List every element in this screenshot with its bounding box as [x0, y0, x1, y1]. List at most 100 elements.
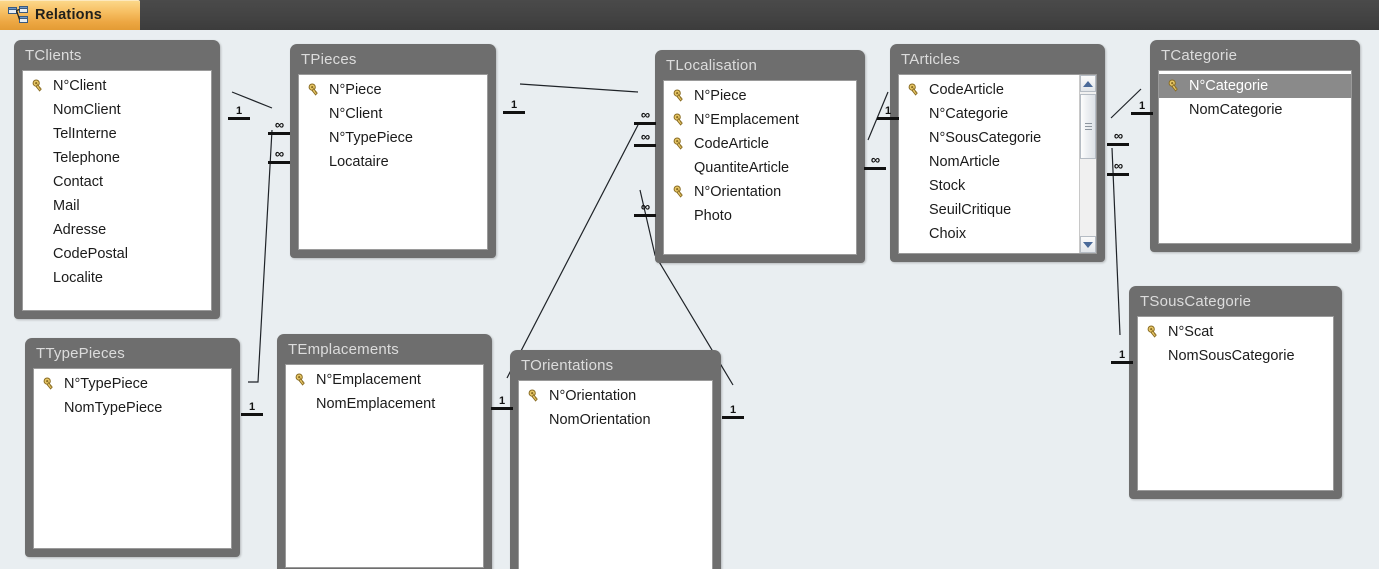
- field-row[interactable]: NomArticle: [899, 150, 1096, 174]
- field-label: Localite: [53, 270, 103, 286]
- field-row[interactable]: TelInterne: [23, 122, 211, 146]
- field-label: Adresse: [53, 222, 107, 238]
- cardinality-label: ∞: [870, 152, 880, 167]
- cardinality-label: 1: [884, 105, 892, 117]
- field-label: NomCategorie: [1189, 102, 1283, 118]
- relationship-line[interactable]: [519, 83, 639, 93]
- cardinality-one-marker: 1: [503, 100, 525, 114]
- field-list: N°Categorie NomCategorie: [1159, 71, 1351, 122]
- field-row[interactable]: N°Piece: [299, 78, 487, 102]
- cardinality-label: 1: [248, 401, 256, 413]
- field-row[interactable]: N°Categorie: [1159, 74, 1351, 98]
- field-row[interactable]: CodeArticle: [899, 78, 1096, 102]
- field-row[interactable]: Localite: [23, 266, 211, 290]
- field-row[interactable]: N°Scat: [1138, 320, 1333, 344]
- primary-key-icon: [673, 113, 686, 127]
- cardinality-one-marker: 1: [491, 396, 513, 410]
- table-title[interactable]: TClients: [14, 40, 220, 70]
- field-row[interactable]: QuantiteArticle: [664, 156, 856, 180]
- cardinality-label: 1: [1118, 349, 1126, 361]
- field-row[interactable]: Locataire: [299, 150, 487, 174]
- relations-canvas[interactable]: TClients N°Client NomClient TelInterne Telep…: [0, 30, 1379, 569]
- join-endpoint-bar: [877, 117, 899, 120]
- field-row[interactable]: N°Orientation: [519, 384, 712, 408]
- table-window-tarticles[interactable]: TArticles CodeArticle N°Categorie N°SousCat…: [890, 44, 1105, 262]
- field-row[interactable]: NomEmplacement: [286, 392, 483, 416]
- field-row[interactable]: N°Piece: [664, 84, 856, 108]
- table-window-tcategorie[interactable]: TCategorie N°Categorie NomCategorie: [1150, 40, 1360, 252]
- field-row[interactable]: N°Emplacement: [664, 108, 856, 132]
- join-endpoint-bar: [268, 132, 290, 135]
- field-row[interactable]: Stock: [899, 174, 1096, 198]
- cardinality-label: ∞: [274, 117, 284, 132]
- field-row[interactable]: NomClient: [23, 98, 211, 122]
- scroll-down-button[interactable]: [1080, 236, 1096, 253]
- table-window-tpieces[interactable]: TPieces N°Piece N°Client N°TypePiece Locatai…: [290, 44, 496, 258]
- field-label: SeuilCritique: [929, 202, 1012, 218]
- field-row[interactable]: Contact: [23, 170, 211, 194]
- field-list: N°Client NomClient TelInterne Telephone Cont…: [23, 71, 211, 290]
- primary-key-icon: [673, 185, 686, 199]
- relationship-line[interactable]: [1111, 147, 1121, 336]
- field-row[interactable]: N°Client: [23, 74, 211, 98]
- field-row[interactable]: NomCategorie: [1159, 98, 1351, 122]
- field-row[interactable]: Telephone: [23, 146, 211, 170]
- cardinality-many-marker: ∞: [634, 130, 656, 147]
- cardinality-label: ∞: [274, 146, 284, 161]
- join-endpoint-bar: [722, 416, 744, 419]
- field-row[interactable]: N°TypePiece: [299, 126, 487, 150]
- field-label: N°Emplacement: [694, 112, 799, 128]
- field-label: N°Orientation: [549, 388, 637, 404]
- field-row[interactable]: Adresse: [23, 218, 211, 242]
- relationship-line[interactable]: [506, 124, 639, 379]
- join-endpoint-bar: [268, 161, 290, 164]
- primary-key-icon: [1147, 325, 1160, 339]
- field-label: N°Piece: [329, 82, 382, 98]
- field-row[interactable]: NomTypePiece: [34, 396, 231, 420]
- field-row[interactable]: NomOrientation: [519, 408, 712, 432]
- table-title[interactable]: TCategorie: [1150, 40, 1360, 70]
- table-window-tclients[interactable]: TClients N°Client NomClient TelInterne Telep…: [14, 40, 220, 319]
- field-row[interactable]: N°Categorie: [899, 102, 1096, 126]
- table-title[interactable]: TTypePieces: [25, 338, 240, 368]
- field-row[interactable]: Mail: [23, 194, 211, 218]
- table-window-tsouscategorie[interactable]: TSousCategorie N°Scat NomSousCategorie: [1129, 286, 1342, 499]
- field-row[interactable]: SeuilCritique: [899, 198, 1096, 222]
- field-row[interactable]: Choix: [899, 222, 1096, 246]
- field-list: N°TypePiece NomTypePiece: [34, 369, 231, 420]
- table-window-tlocalisation[interactable]: TLocalisation N°Piece N°Emplacement CodeArt…: [655, 50, 865, 263]
- table-title[interactable]: TLocalisation: [655, 50, 865, 80]
- field-label: NomSousCategorie: [1168, 348, 1295, 364]
- field-row[interactable]: N°SousCategorie: [899, 126, 1096, 150]
- field-row[interactable]: N°Client: [299, 102, 487, 126]
- scrollbar-grip-icon: [1084, 123, 1092, 130]
- field-row[interactable]: CodeArticle: [664, 132, 856, 156]
- relationship-line[interactable]: [248, 129, 273, 383]
- scrollbar-thumb[interactable]: [1080, 94, 1096, 159]
- scroll-up-button[interactable]: [1080, 75, 1096, 92]
- tab-relations[interactable]: Relations: [0, 0, 141, 30]
- join-endpoint-bar: [1131, 112, 1153, 115]
- field-row[interactable]: NomSousCategorie: [1138, 344, 1333, 368]
- field-list-panel: CodeArticle N°Categorie N°SousCategorie Nom…: [898, 74, 1097, 254]
- table-title[interactable]: TEmplacements: [277, 334, 492, 364]
- field-row[interactable]: N°Orientation: [664, 180, 856, 204]
- field-row[interactable]: CodePostal: [23, 242, 211, 266]
- table-window-torientations[interactable]: TOrientations N°Orientation NomOrientation: [510, 350, 721, 569]
- cardinality-one-marker: 1: [722, 405, 744, 419]
- table-window-ttypepieces[interactable]: TTypePieces N°TypePiece NomTypePiece: [25, 338, 240, 557]
- field-row[interactable]: N°Emplacement: [286, 368, 483, 392]
- field-row[interactable]: Photo: [664, 204, 856, 228]
- vertical-scrollbar[interactable]: [1079, 75, 1096, 253]
- table-title[interactable]: TSousCategorie: [1129, 286, 1342, 316]
- field-list-panel: N°Orientation NomOrientation: [518, 380, 713, 569]
- cardinality-label: 1: [235, 105, 243, 117]
- table-title[interactable]: TOrientations: [510, 350, 721, 380]
- field-label: N°Orientation: [694, 184, 782, 200]
- field-row[interactable]: N°TypePiece: [34, 372, 231, 396]
- table-title[interactable]: TPieces: [290, 44, 496, 74]
- cardinality-label: ∞: [1113, 128, 1123, 143]
- primary-key-icon: [308, 83, 321, 97]
- table-title[interactable]: TArticles: [890, 44, 1105, 74]
- table-window-templacements[interactable]: TEmplacements N°Emplacement NomEmplacement: [277, 334, 492, 569]
